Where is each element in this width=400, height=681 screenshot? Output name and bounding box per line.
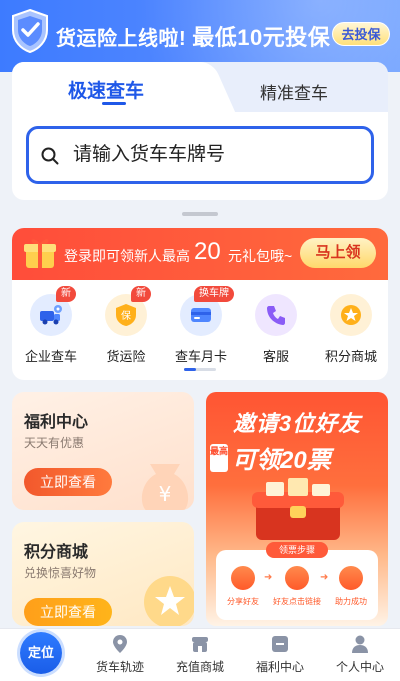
banner-highlight: 最低10元投保	[192, 25, 331, 50]
invite-friends-ad[interactable]: 邀请3位好友 最高 可领20票 领票步骤 分享好友 ➜ 好友点击链接 ➜ 助力成…	[206, 392, 388, 626]
plate-search-box[interactable]	[26, 126, 374, 184]
link-icon	[285, 566, 309, 590]
invite-subtitle: 可领20票	[232, 447, 331, 474]
nav-label: 福利中心	[255, 660, 304, 674]
service-monthly-card[interactable]: 换车牌 查车月卡	[166, 286, 236, 366]
nav-welfare-center[interactable]: 福利中心	[240, 630, 320, 678]
gift-icon	[24, 239, 56, 268]
banner-headline: 货运险上线啦! 最低10元投保	[56, 20, 330, 52]
tab-fast-query-label[interactable]: 极速查车	[68, 76, 144, 103]
treasure-chest-icon	[252, 478, 344, 540]
promo-text-suffix: 元礼包哦~	[228, 248, 293, 264]
newcomer-promo[interactable]: 登录即可领新人最高 20 元礼包哦~ 马上领	[12, 228, 388, 280]
nav-label: 货车轨迹	[95, 660, 144, 674]
invite-step: 助力成功	[326, 566, 376, 607]
welfare-view-button[interactable]: 立即查看	[24, 468, 112, 496]
service-badge: 新	[56, 286, 76, 302]
service-grid: 新 企业查车 保 新 货运险 换车牌 查车月卡 客服 积分商城	[12, 280, 388, 380]
card-subtitle: 天天有优惠	[24, 436, 85, 450]
invite-steps: 领票步骤 分享好友 ➜ 好友点击链接 ➜ 助力成功	[216, 542, 378, 620]
share-icon	[231, 566, 255, 590]
invite-step: 好友点击链接	[272, 566, 322, 607]
promo-amount: 20	[194, 238, 221, 265]
claim-now-button[interactable]: 马上领	[300, 238, 376, 268]
nav-truck-track[interactable]: 货车轨迹	[80, 630, 160, 678]
banner-text: 货运险上线啦!	[56, 28, 187, 50]
card-title: 福利中心	[24, 414, 89, 431]
insure-button[interactable]: 去投保	[332, 22, 390, 46]
service-label: 查车月卡	[174, 349, 227, 364]
query-tabs: 极速查车 精准查车	[12, 62, 388, 112]
step-label: 好友点击链接	[273, 597, 321, 606]
store-icon	[192, 637, 208, 652]
card-subtitle: 兑换惊喜好物	[24, 566, 97, 580]
points-view-button[interactable]: 立即查看	[24, 598, 112, 626]
invite-step: 分享好友	[218, 566, 268, 607]
service-badge: 换车牌	[194, 286, 234, 302]
step-label: 分享好友	[227, 597, 259, 606]
location-pin-icon	[113, 635, 127, 653]
gift-box-icon	[272, 636, 288, 652]
tab-precise-query[interactable]: 精准查车	[260, 79, 328, 104]
points-icon	[330, 294, 372, 336]
search-icon	[41, 147, 59, 165]
service-label: 企业查车	[24, 349, 77, 364]
step-label: 助力成功	[335, 597, 367, 606]
svg-text:¥: ¥	[159, 482, 172, 506]
user-icon	[352, 635, 368, 653]
invite-tag: 最高	[210, 444, 228, 472]
service-cargo-insurance[interactable]: 保 新 货运险	[91, 286, 161, 366]
steps-title: 领票步骤	[266, 542, 328, 558]
nav-recharge-mall[interactable]: 充值商城	[160, 630, 240, 678]
points-mall-card[interactable]: 积分商城 兑换惊喜好物 立即查看	[12, 522, 194, 626]
customer-service-icon	[255, 294, 297, 336]
service-pager	[184, 368, 216, 371]
tab-active-indicator	[102, 102, 126, 105]
query-card: 极速查车 精准查车	[12, 62, 388, 200]
drag-handle[interactable]	[182, 212, 218, 216]
plate-search-input[interactable]	[73, 137, 363, 173]
service-badge: 新	[131, 286, 151, 302]
nav-label: 充值商城	[175, 660, 224, 674]
money-bag-icon: ¥	[141, 464, 189, 510]
locate-button[interactable]: 定位	[20, 632, 62, 674]
invite-title: 邀请3位好友	[232, 411, 362, 436]
nav-label: 个人中心	[335, 660, 384, 674]
service-points-mall[interactable]: 积分商城	[316, 290, 386, 366]
welfare-center-card[interactable]: 福利中心 天天有优惠 立即查看 ¥	[12, 392, 194, 510]
service-customer-service[interactable]: 客服	[241, 290, 311, 366]
star-coin-icon	[144, 576, 194, 626]
svg-text:保: 保	[121, 309, 131, 322]
handshake-icon	[339, 566, 363, 590]
card-title: 积分商城	[24, 544, 89, 561]
promo-services-card: 登录即可领新人最高 20 元礼包哦~ 马上领 新 企业查车 保 新 货运险 换车…	[12, 228, 388, 380]
nav-profile[interactable]: 个人中心	[320, 630, 400, 678]
promo-text: 登录即可领新人最高	[64, 248, 190, 264]
service-enterprise-query[interactable]: 新 企业查车	[16, 286, 86, 366]
service-label: 积分商城	[324, 349, 377, 364]
service-label: 货运险	[106, 349, 146, 364]
shield-icon	[12, 8, 48, 54]
service-label: 客服	[262, 349, 289, 364]
